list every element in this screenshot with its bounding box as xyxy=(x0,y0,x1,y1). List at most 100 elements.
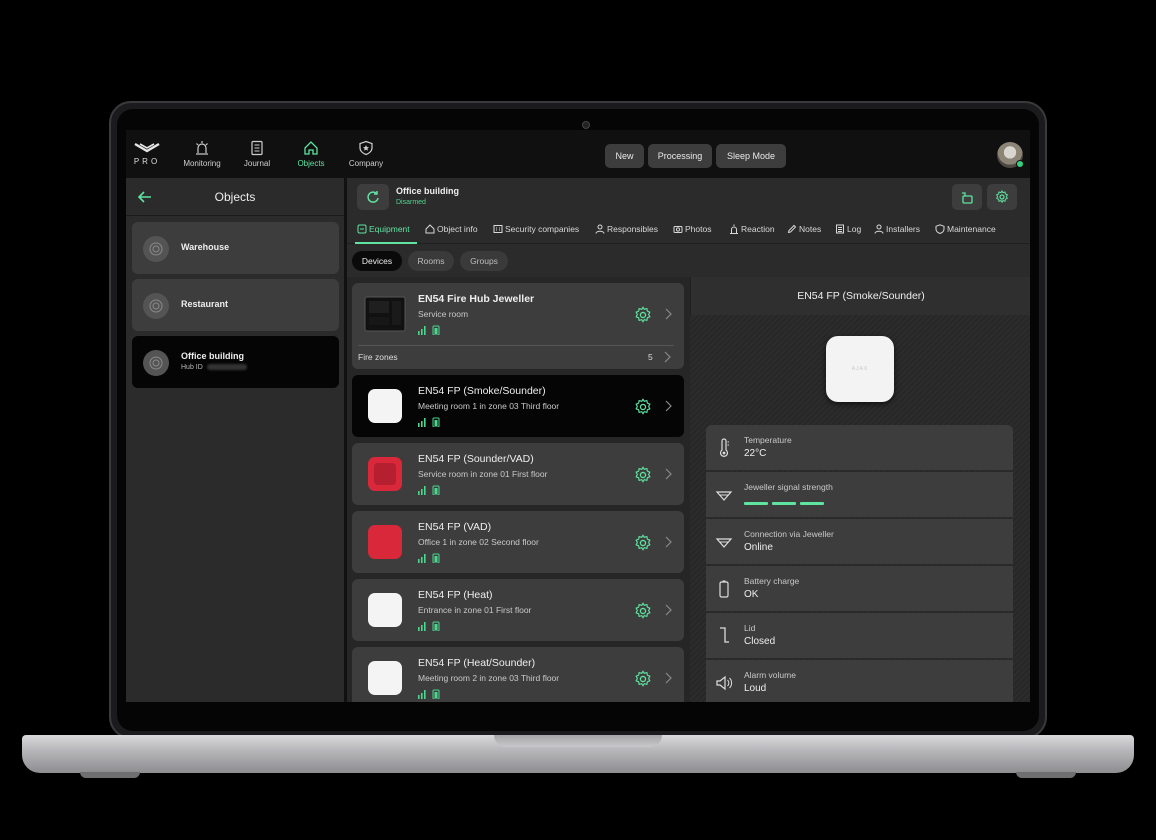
camera-icon xyxy=(582,121,590,129)
signal-battery-icon xyxy=(418,485,440,495)
chevron-right-icon xyxy=(665,468,672,480)
tab-equipment[interactable]: Equipment xyxy=(357,224,410,234)
camera-icon xyxy=(673,226,683,233)
tab-log[interactable]: Log xyxy=(835,224,861,234)
lock-toggle-icon xyxy=(962,192,973,204)
tab-maintenance[interactable]: Maintenance xyxy=(935,224,996,235)
hub-id-redacted xyxy=(206,364,247,371)
tab-object-info[interactable]: Object info xyxy=(425,224,478,234)
ajax-logo-icon xyxy=(134,142,160,153)
prop-label: Connection via Jeweller xyxy=(744,529,834,539)
prop-value: Online xyxy=(744,542,773,553)
laptop-foot xyxy=(1016,772,1076,778)
group-mode-button[interactable] xyxy=(952,184,982,210)
nav-label: Company xyxy=(348,159,384,168)
laptop-notch xyxy=(494,735,662,747)
tab-notes[interactable]: Notes xyxy=(787,224,821,234)
device-card[interactable]: EN54 FP (Sounder/VAD) Service room in zo… xyxy=(352,443,684,505)
device-room: Service room in zone 01 First floor xyxy=(418,469,548,479)
segment-devices[interactable]: Devices xyxy=(352,251,402,271)
prop-value: 22°C xyxy=(744,448,767,459)
sleep-mode-button[interactable]: Sleep Mode xyxy=(716,144,786,168)
object-header: Office building Disarmed xyxy=(347,178,1030,216)
device-name: EN54 FP (Sounder/VAD) xyxy=(418,453,534,465)
fire-zones-label: Fire zones xyxy=(358,352,398,362)
nav-objects[interactable]: Objects xyxy=(283,140,339,168)
device-room: Office 1 in zone 02 Second floor xyxy=(418,537,539,547)
refresh-button[interactable] xyxy=(357,184,389,210)
arm-status: Disarmed xyxy=(396,199,426,206)
processing-button[interactable]: Processing xyxy=(648,144,712,168)
signal-bar xyxy=(772,502,796,505)
tab-security-companies[interactable]: Security companies xyxy=(493,224,579,234)
fire-zones-row[interactable]: Fire zones 5 xyxy=(352,345,684,367)
device-card[interactable]: EN54 FP (VAD) Office 1 in zone 02 Second… xyxy=(352,511,684,573)
object-item-warehouse[interactable]: Warehouse xyxy=(132,222,339,274)
gear-icon xyxy=(996,190,1008,204)
hub-logo-icon xyxy=(143,293,169,319)
object-tabs: Equipment Object info Security companies… xyxy=(347,216,1030,244)
thermometer-icon xyxy=(719,438,729,457)
alarm-siren-icon xyxy=(730,224,738,234)
device-card-hub[interactable]: EN54 Fire Hub Jeweller Service room Fire… xyxy=(352,283,684,369)
object-name: Warehouse xyxy=(181,242,230,252)
gear-icon[interactable] xyxy=(634,602,652,620)
active-tab-indicator xyxy=(355,242,417,244)
signal-battery-icon xyxy=(418,553,440,563)
objects-panel-header: Objects xyxy=(126,178,344,216)
fire-hub-image xyxy=(364,296,406,332)
white-detector-image xyxy=(368,593,402,627)
speaker-icon xyxy=(716,675,733,691)
ajax-logo[interactable]: PRO xyxy=(132,142,162,166)
device-name: EN54 FP (VAD) xyxy=(418,521,492,533)
home-icon xyxy=(425,224,435,234)
gear-icon[interactable] xyxy=(634,306,652,324)
device-card[interactable]: EN54 FP (Heat) Entrance in zone 01 First… xyxy=(352,579,684,641)
segment-rooms[interactable]: Rooms xyxy=(408,251,454,271)
nav-label: Objects xyxy=(297,159,325,168)
prop-value: OK xyxy=(744,589,759,600)
tab-photos[interactable]: Photos xyxy=(673,224,711,234)
prop-value: Closed xyxy=(744,636,776,647)
red-sounder-image xyxy=(368,457,402,491)
chevron-right-icon xyxy=(665,604,672,616)
object-name: Restaurant xyxy=(181,299,229,309)
signal-bar xyxy=(744,502,768,505)
nav-journal[interactable]: Journal xyxy=(229,140,285,168)
divider xyxy=(358,345,674,346)
tab-installers[interactable]: Installers xyxy=(874,224,920,234)
object-item-restaurant[interactable]: Restaurant xyxy=(132,279,339,331)
tab-reaction[interactable]: Reaction xyxy=(729,224,775,234)
nav-company[interactable]: Company xyxy=(338,140,394,168)
segment-groups[interactable]: Groups xyxy=(460,251,508,271)
nav-monitoring[interactable]: Monitoring xyxy=(174,140,230,168)
object-item-office-building[interactable]: Office building Hub ID xyxy=(132,336,339,388)
white-detector-image xyxy=(368,389,402,423)
prop-connection: Connection via Jeweller Online xyxy=(706,519,1013,565)
device-room: Entrance in zone 01 First floor xyxy=(418,605,532,615)
device-list: EN54 Fire Hub Jeweller Service room Fire… xyxy=(347,277,690,702)
person-icon xyxy=(874,224,884,234)
new-button[interactable]: New xyxy=(605,144,644,168)
prop-battery: Battery charge OK xyxy=(706,566,1013,612)
device-detail-panel: EN54 FP (Smoke/Sounder) AJAX Temperature… xyxy=(690,277,1030,702)
shield-icon xyxy=(935,224,945,235)
device-card[interactable]: EN54 FP (Heat/Sounder) Meeting room 2 in… xyxy=(352,647,684,702)
gear-icon[interactable] xyxy=(634,466,652,484)
device-detail-header: EN54 FP (Smoke/Sounder) xyxy=(690,277,1030,315)
gear-icon[interactable] xyxy=(634,398,652,416)
gear-icon[interactable] xyxy=(634,534,652,552)
laptop-foot xyxy=(80,772,140,778)
prop-value: Loud xyxy=(744,683,767,694)
gear-icon[interactable] xyxy=(634,670,652,688)
jeweller-connection-icon xyxy=(715,538,733,548)
device-card[interactable]: EN54 FP (Smoke/Sounder) Meeting room 1 i… xyxy=(352,375,684,437)
device-image: AJAX xyxy=(826,336,894,402)
object-title: Office building xyxy=(396,186,459,196)
signal-battery-icon xyxy=(418,417,440,427)
device-name: EN54 FP (Heat/Sounder) xyxy=(418,657,536,669)
device-name: EN54 FP (Heat) xyxy=(418,589,493,601)
object-settings-button[interactable] xyxy=(987,184,1017,210)
tab-responsibles[interactable]: Responsibles xyxy=(595,224,658,234)
chevron-right-icon xyxy=(665,308,672,320)
